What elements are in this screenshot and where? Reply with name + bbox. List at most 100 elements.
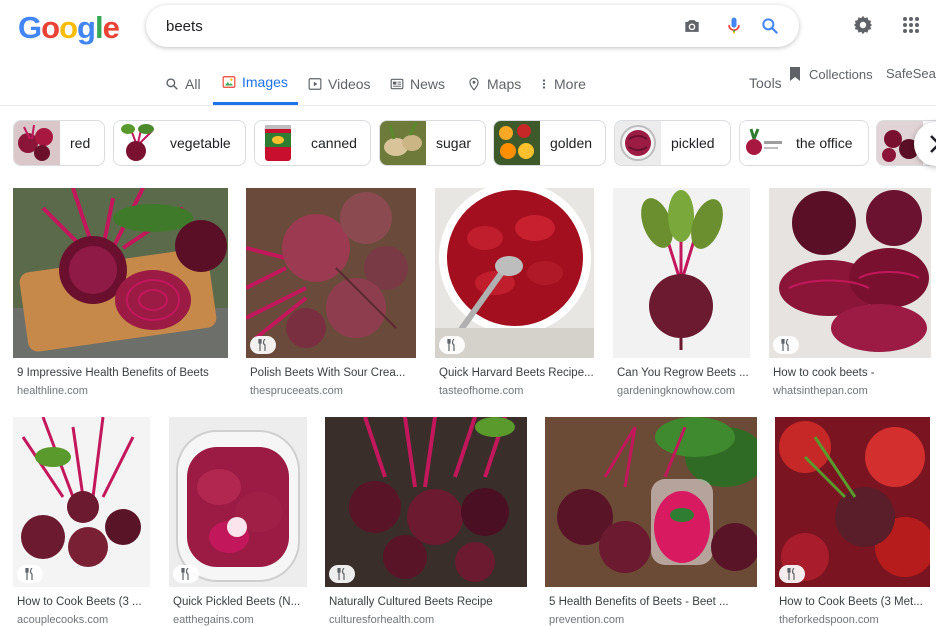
result-source[interactable]: eatthegains.com (173, 614, 254, 626)
tab-label: News (410, 75, 446, 92)
fork-knife-icon (787, 568, 795, 580)
recipe-badge (439, 336, 465, 354)
chip-the-office[interactable]: the office (739, 120, 869, 166)
recipe-badge (773, 336, 799, 354)
search-icon (166, 77, 178, 90)
chip-label: vegetable (170, 135, 231, 151)
apps-grid-icon[interactable] (902, 16, 920, 34)
chips-next-button[interactable] (914, 122, 936, 166)
result-thumbnail[interactable] (13, 188, 228, 358)
gear-icon[interactable] (852, 14, 874, 36)
result-title[interactable]: 9 Impressive Health Benefits of Beets (17, 367, 227, 379)
google-logo[interactable]: Google (18, 10, 120, 46)
safesearch-button[interactable]: SafeSearch (886, 66, 936, 81)
recipe-badge (173, 565, 199, 583)
logo-letter: g (77, 10, 96, 45)
result-source[interactable]: prevention.com (549, 614, 624, 626)
chip-pickled[interactable]: pickled (614, 120, 731, 166)
recipe-badge (250, 336, 276, 354)
result-thumbnail[interactable] (435, 188, 594, 358)
result-thumbnail[interactable] (775, 417, 930, 587)
chip-thumbnail (615, 121, 661, 165)
tab-label: Images (242, 74, 288, 90)
logo-letter: l (94, 10, 104, 45)
fork-knife-icon (258, 339, 266, 351)
camera-icon[interactable] (682, 16, 702, 36)
tools-button[interactable]: Tools (749, 75, 782, 91)
result-title[interactable]: How to Cook Beets (3 ... (17, 596, 151, 608)
fork-knife-icon (337, 568, 345, 580)
chip-label: golden (550, 135, 593, 151)
result-thumbnail[interactable] (169, 417, 307, 587)
chip-thumbnail (114, 121, 160, 165)
result-source[interactable]: thespruceeats.com (250, 385, 343, 397)
logo-letter: o (41, 10, 60, 45)
result-title[interactable]: 5 Health Benefits of Beets - Beet ... (549, 596, 757, 608)
search-input[interactable] (166, 5, 646, 47)
result-thumbnail[interactable] (545, 417, 757, 587)
chip-label: red (70, 135, 91, 151)
chip-golden[interactable]: golden (493, 120, 606, 166)
chevron-right-icon (930, 135, 936, 153)
image-icon (222, 76, 236, 88)
logo-letter: e (102, 10, 120, 45)
tab-label: Videos (328, 75, 371, 92)
fork-knife-icon (181, 568, 189, 580)
result-thumbnail[interactable] (769, 188, 931, 358)
tab-label: More (554, 75, 586, 92)
result-source[interactable]: acouplecooks.com (17, 614, 108, 626)
result-title[interactable]: Polish Beets With Sour Crea... (250, 367, 416, 379)
tab-maps[interactable]: Maps (467, 62, 521, 105)
search-box (146, 5, 799, 47)
chip-red[interactable]: red (13, 120, 105, 166)
map-pin-icon (469, 77, 479, 91)
related-search-chips: red vegetable canned sugar golden pickle… (0, 120, 936, 168)
chip-vegetable[interactable]: vegetable (113, 120, 246, 166)
result-thumbnail[interactable] (13, 417, 150, 587)
result-source[interactable]: whatsinthepan.com (773, 385, 868, 397)
recipe-badge (779, 565, 805, 583)
chip-label: sugar (436, 135, 472, 151)
microphone-icon[interactable] (724, 16, 744, 36)
bookmark-icon (790, 67, 800, 81)
search-tabs: All Images Videos News Maps More Tools C… (0, 62, 936, 106)
result-thumbnail[interactable] (246, 188, 416, 358)
collections-button[interactable]: Collections (789, 66, 873, 82)
result-thumbnail[interactable] (325, 417, 527, 587)
tab-videos[interactable]: Videos (308, 62, 371, 105)
play-icon (308, 77, 322, 90)
result-source[interactable]: theforkedspoon.com (779, 614, 879, 626)
result-title[interactable]: Quick Harvard Beets Recipe... (439, 367, 599, 379)
logo-letter: o (59, 10, 78, 45)
chip-label: pickled (671, 135, 715, 151)
result-source[interactable]: healthline.com (17, 385, 88, 397)
fork-knife-icon (25, 568, 33, 580)
chip-thumbnail (380, 121, 426, 165)
chip-canned[interactable]: canned (254, 120, 371, 166)
tab-all[interactable]: All (165, 62, 201, 105)
result-source[interactable]: gardeningknowhow.com (617, 385, 735, 397)
tab-more[interactable]: More (540, 62, 586, 105)
chip-sugar[interactable]: sugar (379, 120, 486, 166)
chip-label: the office (796, 135, 853, 151)
chip-thumbnail (255, 121, 301, 165)
recipe-badge (329, 565, 355, 583)
fork-knife-icon (781, 339, 789, 351)
result-title[interactable]: Naturally Cultured Beets Recipe (329, 596, 529, 608)
tab-news[interactable]: News (390, 62, 445, 105)
result-title[interactable]: Can You Regrow Beets ... (617, 367, 753, 379)
chip-thumbnail (740, 121, 786, 165)
header: Google (0, 0, 936, 56)
fork-knife-icon (447, 339, 455, 351)
search-icon[interactable] (760, 16, 780, 36)
result-thumbnail[interactable] (613, 188, 750, 358)
result-source[interactable]: culturesforhealth.com (329, 614, 434, 626)
news-icon (390, 78, 404, 89)
chip-label: canned (311, 135, 357, 151)
result-source[interactable]: tasteofhome.com (439, 385, 523, 397)
tab-images[interactable]: Images (213, 62, 298, 105)
recipe-badge (17, 565, 43, 583)
result-title[interactable]: How to cook beets - (773, 367, 933, 379)
result-title[interactable]: How to Cook Beets (3 Met... (779, 596, 933, 608)
result-title[interactable]: Quick Pickled Beets (N... (173, 596, 307, 608)
